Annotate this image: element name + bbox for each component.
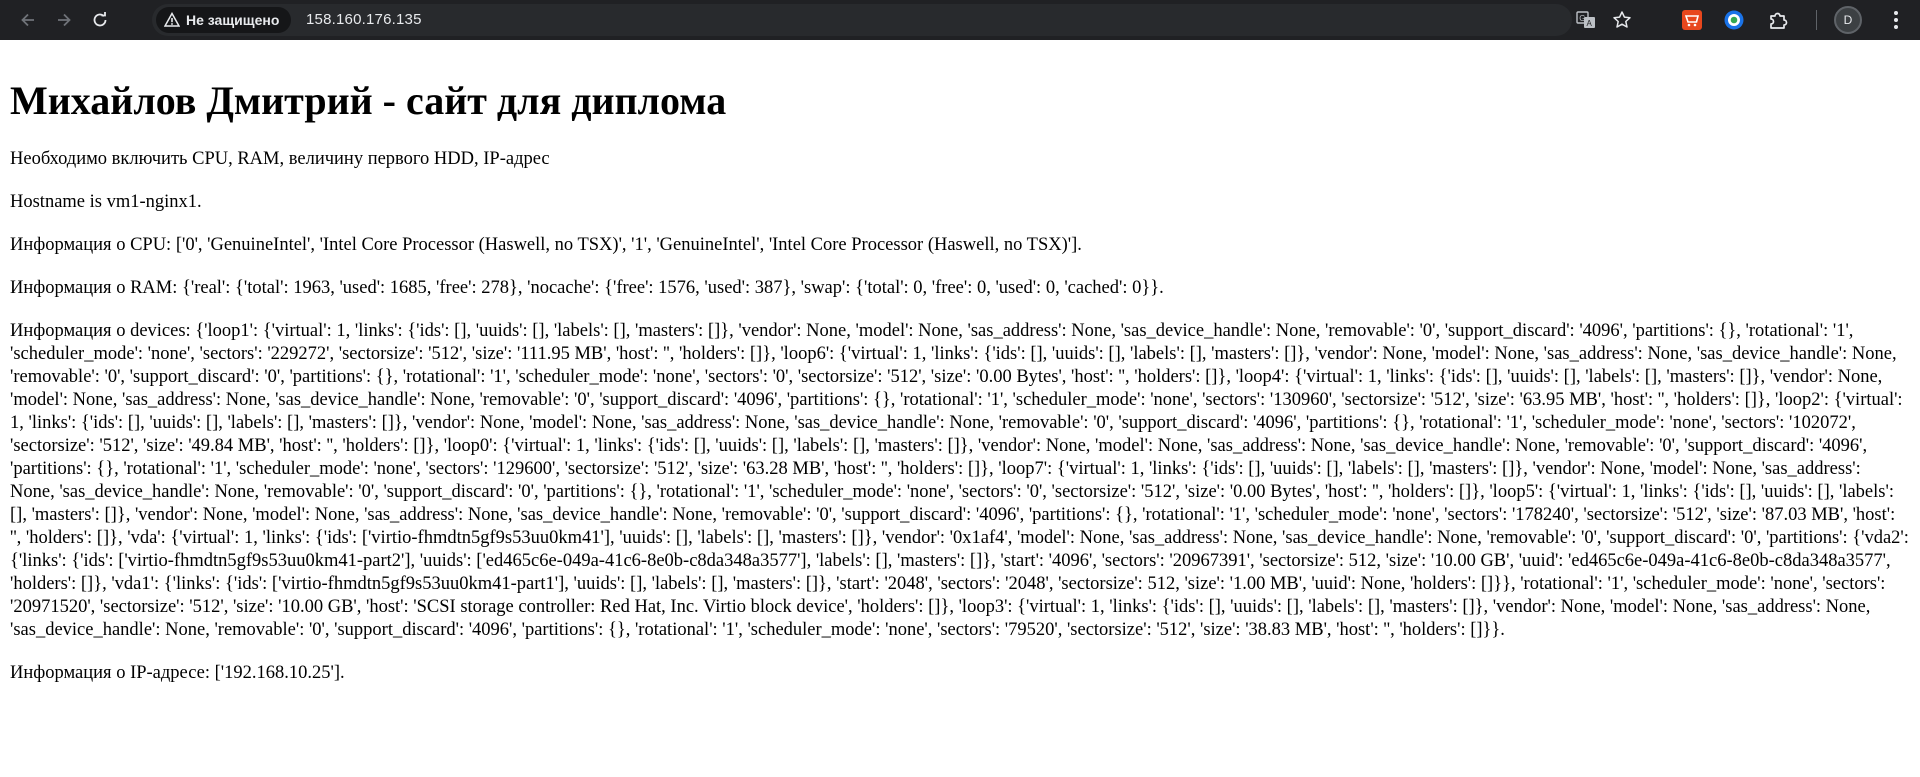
page-content: Михайлов Дмитрий - сайт для диплома Необ…	[0, 78, 1920, 685]
ip-info: Информация о IP-адресе: ['192.168.10.25'…	[10, 663, 345, 683]
extension-icon	[1724, 10, 1744, 30]
reload-icon	[93, 12, 107, 27]
forward-icon	[58, 13, 71, 27]
back-button[interactable]	[14, 6, 42, 34]
back-icon	[21, 13, 34, 27]
page-title: Михайлов Дмитрий - сайт для диплома	[10, 78, 727, 123]
bookmark-button[interactable]	[1612, 10, 1632, 30]
ram-info: Информация о RAM: {'real': {'total': 196…	[10, 278, 1164, 298]
profile-initial: D	[1843, 13, 1853, 27]
security-label: Не защищено	[186, 12, 280, 28]
intro-text: Необходимо включить CPU, RAM, величину п…	[10, 149, 550, 169]
hostname-text: Hostname is vm1-nginx1.	[10, 192, 202, 212]
toolbar-divider	[1816, 10, 1817, 30]
reload-button[interactable]	[86, 6, 114, 34]
extension-button[interactable]	[1722, 8, 1746, 32]
svg-text:A: A	[1587, 19, 1593, 28]
shopping-cart-icon	[1682, 10, 1702, 30]
forward-button[interactable]	[50, 6, 78, 34]
extension-shop-button[interactable]	[1680, 8, 1704, 32]
url-text[interactable]: 158.160.176.135	[306, 11, 422, 28]
profile-avatar[interactable]: D	[1834, 6, 1862, 34]
translate-icon: GA	[1576, 11, 1595, 28]
devices-info: Информация о devices: {'loop1': {'virtua…	[10, 321, 1909, 640]
translate-button[interactable]: GA	[1576, 10, 1596, 30]
extensions-menu-button[interactable]	[1766, 8, 1790, 32]
security-chip[interactable]: Не защищено	[156, 7, 292, 33]
address-bar[interactable]: Не защищено 158.160.176.135 GA	[152, 4, 1631, 36]
cpu-info: Информация о CPU: ['0', 'GenuineIntel', …	[10, 235, 1082, 255]
browser-menu-button[interactable]	[1884, 8, 1908, 32]
warning-icon	[164, 12, 180, 27]
star-icon	[1613, 11, 1631, 28]
menu-icon	[1894, 11, 1898, 29]
browser-toolbar: Не защищено 158.160.176.135 GA D	[0, 0, 1920, 40]
puzzle-icon	[1770, 12, 1788, 29]
